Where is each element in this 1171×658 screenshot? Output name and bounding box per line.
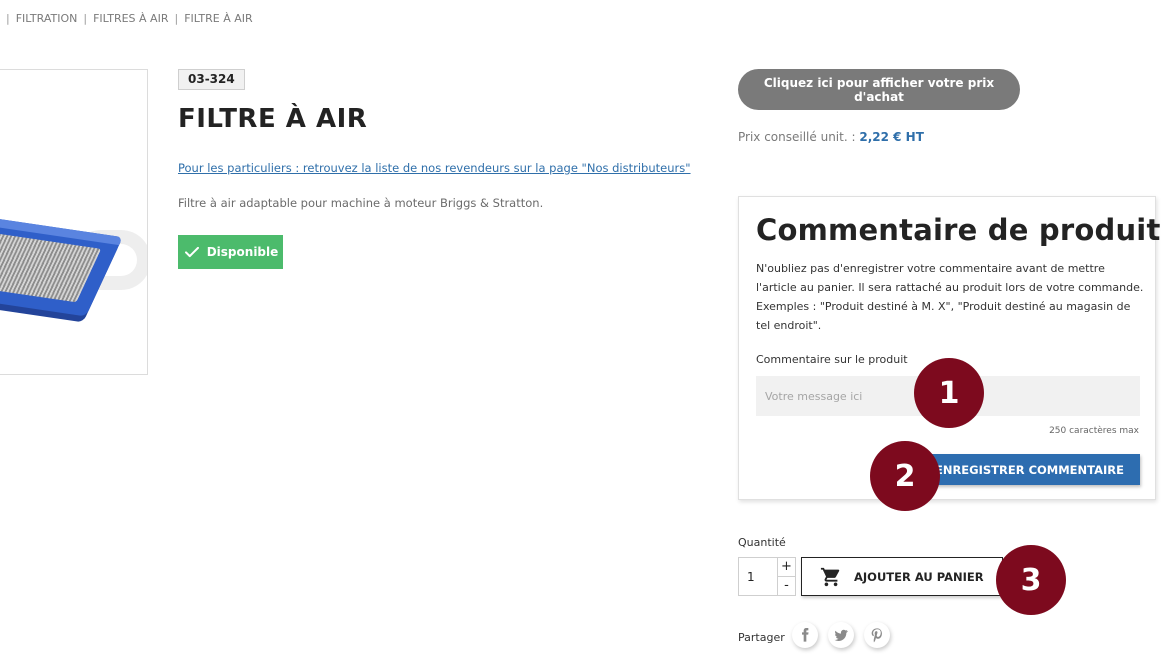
step-marker-1: 1 [914, 358, 984, 428]
availability-badge: Disponible [178, 235, 283, 269]
breadcrumb-item-filtration[interactable]: FILTRATION [16, 12, 78, 25]
product-description: Filtre à air adaptable pour machine à mo… [178, 196, 544, 210]
pinterest-icon[interactable] [864, 622, 890, 648]
shopping-cart-icon [820, 567, 840, 586]
comment-help-text: N'oubliez pas d'enregistrer votre commen… [756, 262, 1144, 332]
add-to-cart-label: AJOUTER AU PANIER [854, 569, 984, 584]
checkmark-icon [184, 246, 199, 258]
step-marker-2: 2 [870, 441, 940, 511]
comment-panel-title: Commentaire de produit [756, 213, 1161, 247]
product-image[interactable] [0, 69, 148, 375]
add-to-cart-button[interactable]: AJOUTER AU PANIER [801, 557, 1003, 596]
availability-label: Disponible [206, 245, 279, 259]
breadcrumb-separator: | [6, 12, 10, 25]
quantity-increment-button[interactable]: + [777, 557, 796, 577]
save-comment-button[interactable]: ENREGISTRER COMMENTAIRE [923, 454, 1140, 485]
breadcrumb-separator: | [83, 12, 88, 25]
quantity-label: Quantité [738, 536, 786, 549]
quantity-decrement-button[interactable]: - [777, 576, 796, 596]
breadcrumb: | FILTRATION | FILTRES À AIR | FILTRE À AIR [0, 12, 253, 25]
facebook-icon[interactable] [792, 622, 818, 648]
comment-field-label: Commentaire sur le produit [756, 353, 908, 366]
advised-price-value: 2,22 € HT [859, 130, 924, 144]
show-purchase-price-button[interactable]: Cliquez ici pour afficher votre prix d'a… [738, 69, 1020, 110]
breadcrumb-item-filtres-a-air[interactable]: FILTRES À AIR [93, 12, 168, 25]
share-label: Partager [738, 631, 785, 644]
breadcrumb-separator: | [174, 12, 179, 25]
step-marker-3: 3 [996, 545, 1066, 615]
breadcrumb-item-current[interactable]: FILTRE À AIR [184, 12, 252, 25]
advised-price: Prix conseillé unit. : 2,22 € HT [738, 130, 924, 144]
product-reference-badge: 03-324 [178, 69, 245, 90]
product-title: FILTRE À AIR [178, 104, 368, 134]
resellers-link[interactable]: Pour les particuliers : retrouvez la lis… [178, 161, 691, 175]
quantity-input[interactable] [738, 557, 778, 596]
character-limit: 250 caractères max [1049, 426, 1139, 436]
twitter-icon[interactable] [828, 622, 854, 648]
product-comment-panel: Commentaire de produit N'oubliez pas d'e… [738, 196, 1160, 500]
air-filter-illustration [0, 213, 123, 317]
advised-price-label: Prix conseillé unit. : [738, 130, 856, 144]
